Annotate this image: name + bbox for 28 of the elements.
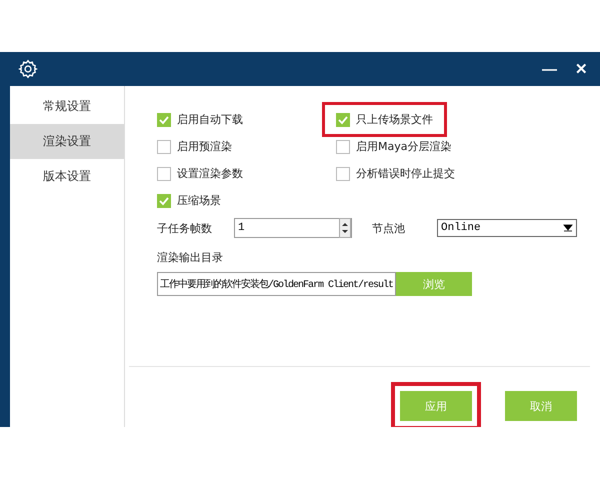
spinner-arrows-icon[interactable] [339, 218, 351, 238]
checkbox[interactable] [336, 140, 350, 154]
caret-icon [563, 224, 573, 232]
sidebar-item[interactable]: 常规设置 [10, 89, 124, 124]
checkbox[interactable] [157, 166, 171, 180]
checkbox-label: 压缩场景 [177, 193, 221, 208]
checkbox[interactable] [336, 166, 350, 180]
minimize-button[interactable]: — [538, 60, 561, 78]
checkbox-label: 设置渲染参数 [177, 166, 243, 181]
field-label: 渲染输出目录 [157, 250, 224, 265]
sidebar-item[interactable]: 版本设置 [10, 159, 124, 194]
checkbox[interactable] [336, 112, 350, 126]
checkbox-label: 只上传场景文件 [356, 112, 433, 127]
field-label: 节点池 [372, 220, 405, 236]
field-label: 子任务帧数 [157, 220, 212, 236]
checkbox[interactable] [157, 112, 171, 126]
checkbox-label: 分析错误时停止提交 [356, 166, 455, 181]
settings-icon[interactable] [18, 59, 38, 79]
checkbox[interactable] [157, 140, 171, 154]
sidebar-item[interactable]: 渲染设置 [10, 124, 124, 159]
checkbox-label: 启用预渲染 [177, 139, 232, 154]
checkbox-label: 启用自动下载 [177, 112, 243, 127]
close-button[interactable]: ✕ [571, 60, 592, 78]
dropdown[interactable]: Online [437, 219, 577, 237]
checkbox-label: 启用Maya分层渲染 [356, 139, 452, 154]
checkbox[interactable] [157, 194, 171, 208]
spin-field[interactable]: 1 [234, 218, 352, 238]
path-field[interactable]: 工作中要用到的软件安装包/GoldenFarm Client/result [157, 272, 396, 296]
